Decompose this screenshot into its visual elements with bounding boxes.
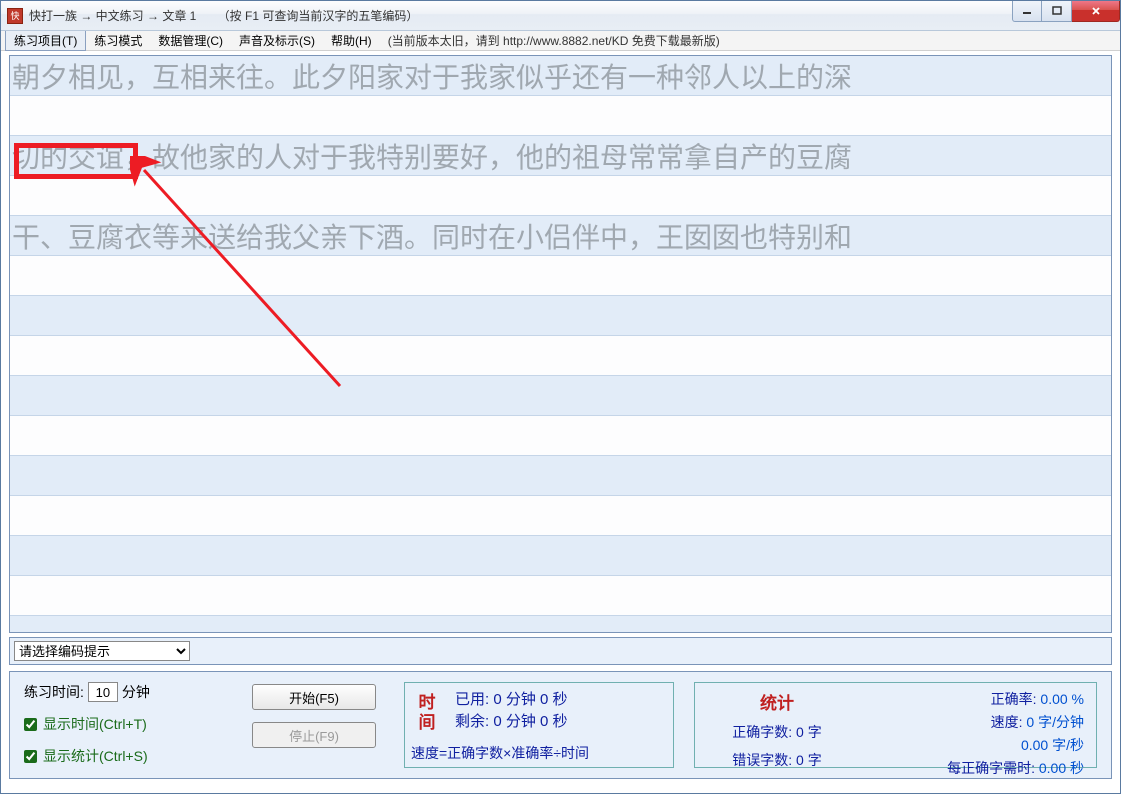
- reference-line-5: [10, 376, 1111, 416]
- annotation-box: [14, 143, 138, 179]
- close-button[interactable]: [1072, 1, 1120, 22]
- reference-line-4: [10, 296, 1111, 336]
- show-stats-label: 显示统计(Ctrl+S): [43, 746, 148, 766]
- practice-area: 朝夕相见，互相来往。此夕阳家对于我家似乎还有一种邻人以上的深 切的交谊，故他家的…: [9, 55, 1112, 633]
- show-time-checkbox[interactable]: [24, 718, 37, 731]
- show-stats-checkbox[interactable]: [24, 750, 37, 763]
- speed-formula: 速度=正确字数×准确率÷时间: [411, 743, 663, 763]
- settings-column: 练习时间: 分钟 显示时间(Ctrl+T) 显示统计(Ctrl+S): [24, 682, 224, 768]
- elapsed-row: 已用: 0 分钟 0 秒: [455, 689, 663, 711]
- version-status: (当前版本太旧，请到 http://www.8882.net/KD 免费下载最新…: [380, 32, 720, 49]
- minimize-button[interactable]: [1012, 1, 1042, 22]
- buttons-column: 开始(F5) 停止(F9): [244, 682, 384, 768]
- start-button[interactable]: 开始(F5): [252, 684, 376, 710]
- show-time-label: 显示时间(Ctrl+T): [43, 714, 147, 734]
- menu-help[interactable]: 帮助(H): [323, 31, 380, 50]
- input-line-2[interactable]: [10, 176, 1111, 216]
- reference-line-1: 朝夕相见，互相来往。此夕阳家对于我家似乎还有一种邻人以上的深: [10, 56, 1111, 96]
- titlebar: 快 快打一族 → 中文练习 → 文章 1 （按 F1 可查询当前汉字的五笔编码）: [1, 1, 1120, 31]
- practice-time-row: 练习时间: 分钟: [24, 682, 224, 702]
- maximize-button[interactable]: [1042, 1, 1072, 22]
- reference-line-7: [10, 536, 1111, 576]
- window-controls: [1012, 1, 1120, 22]
- per-char-row: 每正确字需时: 0.00 秒: [865, 758, 1084, 778]
- window-title: 快打一族 → 中文练习 → 文章 1 （按 F1 可查询当前汉字的五笔编码）: [29, 7, 1120, 24]
- minutes-label: 分钟: [122, 682, 150, 702]
- speed-sec-row: 0.00 字/秒: [865, 735, 1084, 755]
- input-line-1[interactable]: [10, 96, 1111, 136]
- app-icon: 快: [7, 8, 23, 24]
- reference-line-6: [10, 456, 1111, 496]
- menu-practice-project[interactable]: 练习项目(T): [5, 30, 86, 51]
- show-stats-checkbox-row[interactable]: 显示统计(Ctrl+S): [24, 746, 224, 766]
- app-window: 快 快打一族 → 中文练习 → 文章 1 （按 F1 可查询当前汉字的五笔编码）…: [0, 0, 1121, 794]
- practice-time-label: 练习时间:: [24, 682, 84, 702]
- practice-time-input[interactable]: [88, 682, 118, 702]
- show-time-checkbox-row[interactable]: 显示时间(Ctrl+T): [24, 714, 224, 734]
- correct-chars-row: 正确字数: 0 字: [732, 722, 821, 742]
- bottom-panel: 练习时间: 分钟 显示时间(Ctrl+T) 显示统计(Ctrl+S) 开始(F5…: [9, 671, 1112, 779]
- reference-line-3: 干、豆腐衣等来送给我父亲下酒。同时在小侣伴中，王囡囡也特别和: [10, 216, 1111, 256]
- accuracy-row: 正确率: 0.00 %: [865, 689, 1084, 709]
- menubar: 练习项目(T) 练习模式 数据管理(C) 声音及标示(S) 帮助(H) (当前版…: [1, 31, 1120, 51]
- error-chars-row: 错误字数: 0 字: [732, 750, 821, 770]
- input-line-7[interactable]: [10, 576, 1111, 616]
- input-line-5[interactable]: [10, 416, 1111, 456]
- stats-panel-title: 统计: [760, 689, 794, 714]
- input-line-4[interactable]: [10, 336, 1111, 376]
- stats-panel: 统计 正确字数: 0 字 错误字数: 0 字 正确率: 0.00 % 速度: 0…: [694, 682, 1097, 768]
- menu-practice-mode[interactable]: 练习模式: [86, 31, 150, 50]
- hint-bar: 请选择编码提示: [9, 637, 1112, 665]
- remaining-row: 剩余: 0 分钟 0 秒: [455, 711, 663, 733]
- input-line-3[interactable]: [10, 256, 1111, 296]
- speed-min-row: 速度: 0 字/分钟: [865, 712, 1084, 732]
- time-panel-title: 时间: [417, 693, 437, 733]
- menu-data-manage[interactable]: 数据管理(C): [150, 31, 231, 50]
- time-panel: 时间 已用: 0 分钟 0 秒 剩余: 0 分钟 0 秒 速度=正确字数×准确率…: [404, 682, 674, 768]
- reference-line-2: 切的交谊，故他家的人对于我特别要好，他的祖母常常拿自产的豆腐: [10, 136, 1111, 176]
- input-line-6[interactable]: [10, 496, 1111, 536]
- stop-button[interactable]: 停止(F9): [252, 722, 376, 748]
- encoding-hint-select[interactable]: 请选择编码提示: [14, 641, 190, 661]
- menu-sound-markers[interactable]: 声音及标示(S): [231, 31, 323, 50]
